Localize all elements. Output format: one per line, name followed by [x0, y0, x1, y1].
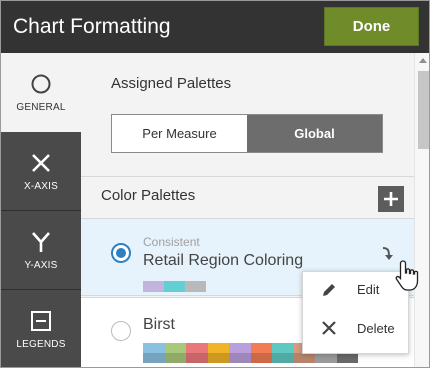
menu-delete-label: Delete [357, 321, 395, 336]
palette-swatch [143, 281, 164, 292]
palette-swatch [293, 353, 315, 363]
section-divider [81, 176, 414, 177]
palette-swatch [250, 343, 272, 353]
palette-swatch [229, 343, 251, 353]
scroll-up-arrow-icon[interactable] [419, 58, 427, 63]
dialog-title: Chart Formatting [13, 15, 171, 38]
legend-icon [31, 310, 51, 331]
palette-swatch [164, 281, 185, 292]
circle-icon [31, 74, 51, 94]
x-icon [32, 153, 50, 172]
nav-y-axis[interactable]: Y-AXIS [1, 211, 81, 290]
palette-swatch [207, 353, 229, 363]
done-button[interactable]: Done [324, 7, 419, 46]
scroll-thumb[interactable] [418, 71, 429, 149]
palette-swatches [143, 281, 206, 292]
palette-swatch [143, 343, 165, 353]
palette-swatch [186, 343, 208, 353]
color-palettes-title: Color Palettes [101, 187, 196, 204]
per-measure-option[interactable]: Per Measure [112, 115, 247, 152]
palette-type: Consistent [143, 235, 200, 249]
palette-name: Retail Region Coloring [143, 252, 304, 269]
palette-swatch [250, 353, 272, 363]
nav-general-label: GENERAL [16, 102, 66, 113]
y-icon [32, 231, 50, 252]
palette-menu-arrow-icon[interactable] [381, 246, 395, 262]
hand-cursor-icon [395, 260, 419, 291]
assigned-palettes-title: Assigned Palettes [111, 75, 232, 92]
chart-formatting-dialog: Chart Formatting Done GENERAL X-AXIS Y-A… [0, 0, 430, 368]
nav-legends[interactable]: LEGENDS [1, 290, 81, 367]
global-option[interactable]: Global [247, 115, 382, 152]
palette-swatch [186, 353, 208, 363]
side-nav: GENERAL X-AXIS Y-AXIS LEGENDS [1, 53, 81, 367]
menu-edit-label: Edit [357, 282, 380, 297]
nav-general[interactable]: GENERAL [1, 53, 81, 132]
palette-swatch [143, 353, 165, 363]
palette-swatch [207, 343, 229, 353]
nav-x-axis-label: X-AXIS [24, 180, 58, 192]
close-icon [322, 321, 336, 335]
menu-item-delete[interactable]: Delete [303, 310, 410, 346]
nav-x-axis[interactable]: X-AXIS [1, 132, 81, 211]
palette-radio-selected[interactable] [111, 243, 131, 263]
palette-swatch [336, 353, 358, 363]
nav-legends-label: LEGENDS [16, 338, 66, 350]
dialog-header: Chart Formatting Done [1, 1, 429, 53]
palette-swatch [315, 353, 337, 363]
palette-swatch [229, 353, 251, 363]
plus-icon [384, 192, 398, 206]
add-palette-button[interactable] [378, 186, 404, 212]
palette-radio[interactable] [111, 321, 131, 341]
nav-y-axis-label: Y-AXIS [24, 259, 58, 271]
palette-swatch [185, 281, 206, 292]
palette-swatch [272, 353, 294, 363]
palette-swatch [164, 343, 186, 353]
palette-context-menu: Edit Delete [302, 271, 409, 354]
palette-name: Birst [143, 316, 175, 333]
palette-swatch [164, 353, 186, 363]
assigned-palettes-toggle: Per Measure Global [111, 114, 383, 153]
palette-swatch [272, 343, 294, 353]
pencil-icon [323, 284, 335, 296]
scrollbar[interactable] [414, 53, 429, 367]
